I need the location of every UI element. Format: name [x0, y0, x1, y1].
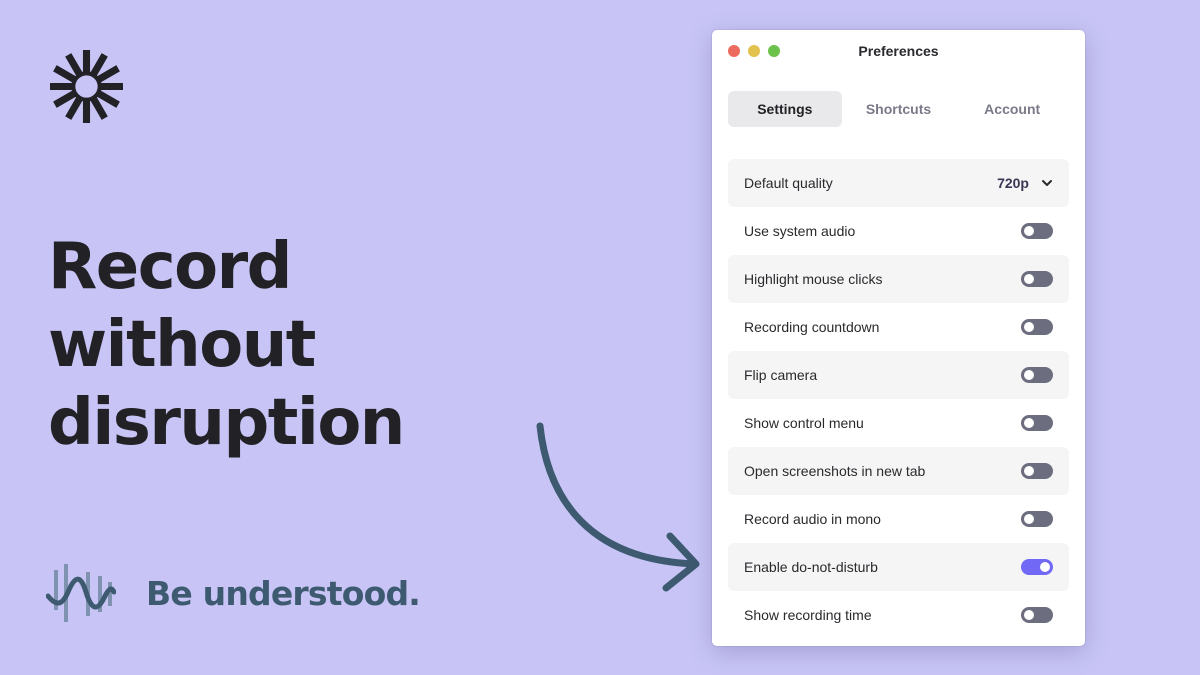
headline-line-1: Record [48, 230, 292, 304]
toggle-knob [1040, 562, 1050, 572]
countdown-toggle[interactable] [1021, 319, 1053, 335]
flip-camera-toggle[interactable] [1021, 367, 1053, 383]
setting-row-highlight-clicks: Highlight mouse clicks [728, 255, 1069, 303]
toggle-knob [1024, 274, 1034, 284]
tab-settings[interactable]: Settings [728, 91, 842, 127]
highlight-clicks-toggle[interactable] [1021, 271, 1053, 287]
tab-shortcuts[interactable]: Shortcuts [842, 91, 956, 127]
screenshots-new-tab-toggle[interactable] [1021, 463, 1053, 479]
toggle-knob [1024, 322, 1034, 332]
setting-label: Record audio in mono [744, 511, 881, 527]
curved-arrow-icon [536, 422, 700, 592]
tagline-block: Be understood. [46, 562, 421, 624]
system-audio-toggle[interactable] [1021, 223, 1053, 239]
soundwave-icon [46, 564, 116, 622]
headline: Record without disruption [48, 228, 405, 462]
toggle-knob [1024, 370, 1034, 380]
tab-bar: Settings Shortcuts Account [728, 91, 1069, 127]
setting-row-countdown: Recording countdown [728, 303, 1069, 351]
setting-label: Flip camera [744, 367, 818, 383]
tab-account[interactable]: Account [955, 91, 1069, 127]
setting-row-flip-camera: Flip camera [728, 351, 1069, 399]
recording-time-toggle[interactable] [1021, 607, 1053, 623]
setting-row-audio-mono: Record audio in mono [728, 495, 1069, 543]
setting-row-recording-time: Show recording time [728, 591, 1069, 639]
setting-row-control-menu: Show control menu [728, 399, 1069, 447]
control-menu-toggle[interactable] [1021, 415, 1053, 431]
asterisk-logo-icon [50, 50, 123, 123]
setting-label: Show control menu [744, 415, 864, 431]
toggle-knob [1024, 418, 1034, 428]
setting-label: Use system audio [744, 223, 856, 239]
default-quality-row: Default quality 720p [728, 159, 1069, 207]
toggle-knob [1024, 514, 1034, 524]
setting-label: Enable do-not-disturb [744, 559, 878, 575]
toggle-knob [1024, 610, 1034, 620]
audio-mono-toggle[interactable] [1021, 511, 1053, 527]
setting-label: Highlight mouse clicks [744, 271, 883, 287]
quality-select[interactable]: 720p [997, 175, 1053, 191]
tagline: Be understood. [146, 573, 421, 613]
do-not-disturb-toggle[interactable] [1021, 559, 1053, 575]
chevron-down-icon [1042, 180, 1052, 186]
preferences-window: Preferences Settings Shortcuts Account D… [712, 30, 1085, 646]
setting-label: Show recording time [744, 607, 872, 623]
quality-select-value: 720p [997, 175, 1029, 191]
toggle-knob [1024, 466, 1034, 476]
setting-label: Recording countdown [744, 319, 880, 335]
window-title: Preferences [858, 43, 939, 59]
setting-row-do-not-disturb: Enable do-not-disturb [728, 543, 1069, 591]
setting-label: Open screenshots in new tab [744, 463, 926, 479]
headline-line-3: disruption [48, 386, 405, 460]
setting-row-system-audio: Use system audio [728, 207, 1069, 255]
toggle-knob [1024, 226, 1034, 236]
default-quality-label: Default quality [744, 175, 833, 191]
settings-list: Default quality 720p Use system audio Hi… [728, 159, 1069, 639]
headline-line-2: without [48, 308, 316, 382]
setting-row-screenshots-new-tab: Open screenshots in new tab [728, 447, 1069, 495]
